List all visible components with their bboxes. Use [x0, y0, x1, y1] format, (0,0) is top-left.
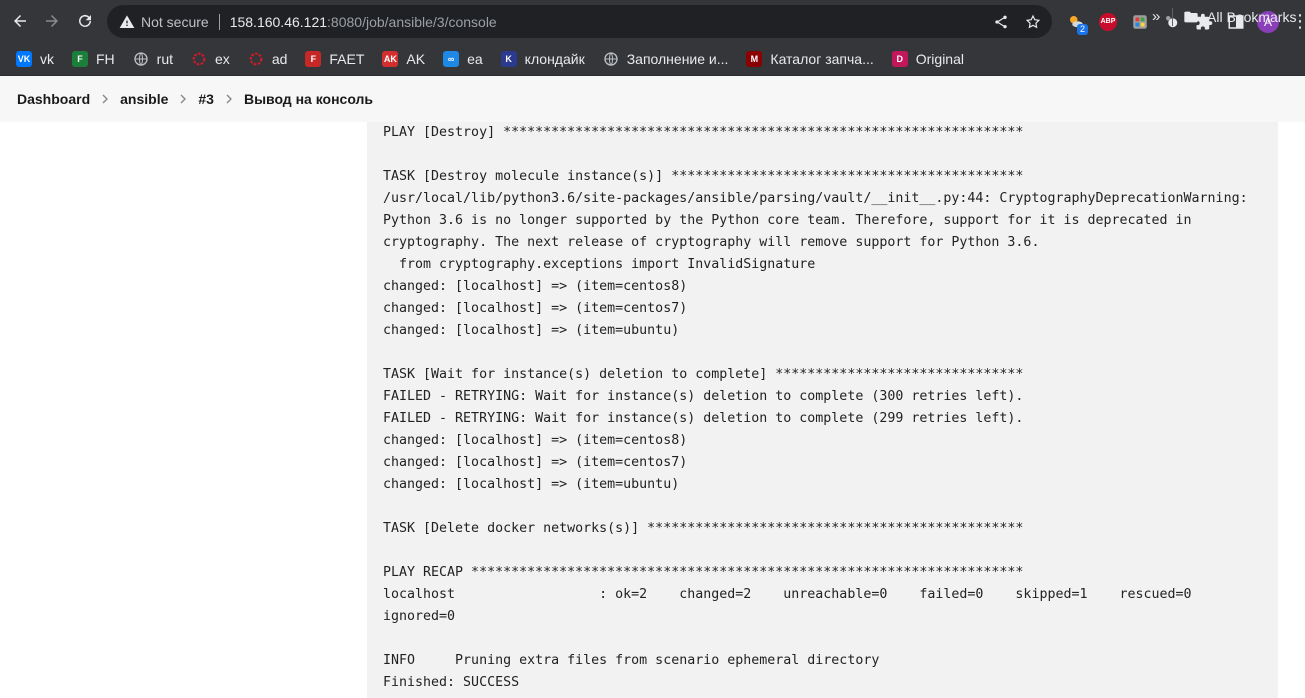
- palette-icon: [1133, 14, 1147, 29]
- star-icon[interactable]: [1020, 9, 1046, 35]
- bookmark-label: ea: [467, 51, 483, 67]
- console-line: PLAY RECAP *****************************…: [383, 565, 1024, 580]
- globe-icon: [603, 51, 619, 67]
- bookmark-label: Каталог запча...: [770, 51, 874, 67]
- forward-button[interactable]: [36, 5, 68, 37]
- bookmark-item[interactable]: F FH: [66, 45, 121, 73]
- warning-icon[interactable]: [119, 14, 135, 30]
- console-line: cryptography. The next release of crypto…: [383, 235, 1040, 250]
- reload-button[interactable]: [69, 5, 101, 37]
- vk-icon: VK: [16, 51, 32, 67]
- bookmark-label: FH: [96, 51, 115, 67]
- console-line: TASK [Delete docker networks(s)] *******…: [383, 521, 1024, 536]
- console-line: from cryptography.exceptions import Inva…: [383, 257, 816, 272]
- address-bar[interactable]: Not secure 158.160.46.121:8080/job/ansib…: [107, 5, 1052, 38]
- ea-icon: ∞: [443, 51, 460, 67]
- console-line: changed: [localhost] => (item=centos7): [383, 455, 688, 470]
- console-line: changed: [localhost] => (item=centos7): [383, 301, 688, 316]
- omnibox-divider: [218, 13, 220, 30]
- console-output[interactable]: PLAY [Destroy] *************************…: [367, 122, 1278, 698]
- adblock-icon: ABP: [1099, 12, 1117, 31]
- console-line: INFO Pruning extra files from scenario e…: [383, 653, 880, 668]
- faet-icon: F: [305, 51, 322, 67]
- console-line: localhost : ok=2 changed=2 unreachable=0…: [383, 587, 1192, 602]
- console-line: TASK [Destroy molecule instance(s)] ****…: [383, 169, 1024, 184]
- bookmark-item[interactable]: D Original: [886, 45, 970, 73]
- console-line: FAILED - RETRYING: Wait for instance(s) …: [383, 389, 1024, 404]
- all-bookmarks-button[interactable]: All Bookmarks: [1183, 0, 1296, 33]
- bookmark-item[interactable]: ∞ ea: [437, 45, 489, 73]
- weather-extension[interactable]: 2: [1062, 8, 1090, 36]
- bookmark-label: FAET: [329, 51, 365, 67]
- arrow-right-icon: [46, 15, 58, 27]
- console-line: changed: [localhost] => (item=centos8): [383, 279, 688, 294]
- catalog-icon: M: [746, 51, 763, 67]
- not-secure-label[interactable]: Not secure: [141, 14, 209, 30]
- back-button[interactable]: [4, 5, 36, 37]
- console-line: FAILED - RETRYING: Wait for instance(s) …: [383, 411, 1024, 426]
- bookmark-label: vk: [40, 51, 54, 67]
- globe-icon: [133, 51, 149, 67]
- bookmarks-overflow-button[interactable]: »: [1152, 0, 1160, 33]
- ad-icon: [248, 51, 264, 67]
- share-icon[interactable]: [988, 9, 1014, 35]
- url-host[interactable]: 158.160.46.121: [230, 14, 327, 30]
- original-icon: D: [891, 51, 908, 67]
- breadcrumb-console[interactable]: Вывод на консоль: [244, 91, 373, 107]
- bookmark-label: Заполнение и...: [626, 51, 729, 67]
- breadcrumb-dashboard[interactable]: Dashboard: [17, 91, 90, 107]
- console-line: changed: [localhost] => (item=ubuntu): [383, 323, 680, 338]
- omnibox-actions: [988, 5, 1046, 38]
- klondike-icon: K: [500, 51, 517, 67]
- bookmarks-divider: [1172, 8, 1173, 26]
- breadcrumb: Dashboard ansible #3 Вывод на консоль: [0, 76, 1305, 122]
- console-line: changed: [localhost] => (item=ubuntu): [383, 477, 680, 492]
- chevron-right-icon: [90, 94, 120, 104]
- bookmark-item[interactable]: F FAET: [299, 45, 370, 73]
- console-line: /usr/local/lib/python3.6/site-packages/a…: [383, 191, 1248, 206]
- breadcrumb-build[interactable]: #3: [198, 91, 214, 107]
- bookmark-label: rut: [156, 51, 174, 67]
- bookmark-item[interactable]: AK AK: [376, 45, 431, 73]
- bookmark-label: Original: [915, 51, 964, 67]
- chevron-right-icon: [214, 94, 244, 104]
- console-line: Finished: SUCCESS: [383, 675, 520, 690]
- bookmarks-bar: VK vk F FH rut ex ad F FAET AK AK ∞ ea Kклондайк Запол…: [0, 43, 1305, 76]
- reload-icon: [79, 14, 91, 27]
- chevron-right-icon: [168, 94, 198, 104]
- console-line: ignored=0: [383, 609, 456, 624]
- adblock-extension[interactable]: ABP: [1094, 8, 1122, 36]
- bookmark-label: ex: [215, 51, 230, 67]
- arrow-left-icon: [14, 15, 26, 27]
- folder-icon: [1184, 11, 1198, 22]
- bookmark-label: клондайк: [524, 51, 585, 67]
- all-bookmarks-label: All Bookmarks: [1207, 8, 1297, 25]
- browser-toolbar: Not secure 158.160.46.121:8080/job/ansib…: [0, 0, 1305, 43]
- console-line: TASK [Wait for instance(s) deletion to c…: [383, 367, 1024, 382]
- bookmark-item[interactable]: Заполнение и...: [597, 45, 735, 73]
- bookmark-item[interactable]: ad: [242, 45, 294, 73]
- bookmark-label: ad: [271, 51, 288, 67]
- ex-icon: [191, 51, 207, 67]
- console-line: PLAY [Destroy] *************************…: [383, 125, 1024, 140]
- colorzilla-extension[interactable]: [1126, 8, 1154, 36]
- bookmark-item[interactable]: M Каталог запча...: [740, 45, 879, 73]
- bookmark-item[interactable]: rut: [127, 45, 179, 73]
- breadcrumb-job[interactable]: ansible: [120, 91, 168, 107]
- bookmark-item[interactable]: Kклондайк: [495, 45, 591, 73]
- bookmark-label: AK: [406, 51, 426, 67]
- console-line: Python 3.6 is no longer supported by the…: [383, 213, 1192, 228]
- fh-icon: F: [72, 51, 88, 67]
- bookmark-item[interactable]: ex: [185, 45, 236, 73]
- weather-badge: 2: [1076, 23, 1088, 35]
- ak-icon: AK: [382, 51, 399, 67]
- console-line: changed: [localhost] => (item=centos8): [383, 433, 688, 448]
- url-path[interactable]: :8080/job/ansible/3/console: [327, 14, 497, 30]
- bookmark-item[interactable]: VK vk: [10, 45, 60, 73]
